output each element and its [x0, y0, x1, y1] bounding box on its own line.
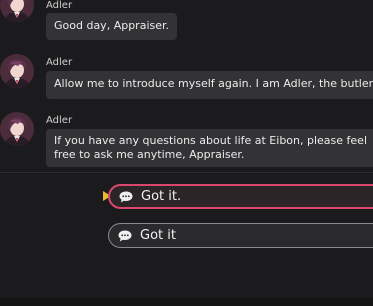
adler-avatar	[0, 112, 34, 146]
bottom-bar	[0, 298, 373, 306]
adler-portrait-icon	[0, 0, 34, 22]
message-bubble: If you have any questions about life at …	[46, 129, 373, 167]
chat-divider	[0, 172, 373, 173]
adler-portrait-icon	[0, 54, 34, 88]
choice-label: Got it.	[141, 189, 182, 204]
adler-portrait-icon	[0, 112, 34, 146]
speaker-name: Adler	[46, 115, 73, 126]
chat-log: Adler Good day, Appraiser. Adler Allow m…	[0, 0, 373, 172]
message-bubble: Allow me to introduce myself again. I am…	[46, 71, 373, 99]
chat-bubble-icon	[118, 230, 132, 241]
message-bubble: Good day, Appraiser.	[46, 13, 178, 40]
choice-got-it[interactable]: Got it	[108, 223, 373, 248]
adler-avatar	[0, 0, 34, 22]
speaker-name: Adler	[46, 0, 73, 11]
choice-label: Got it	[140, 228, 176, 243]
adler-avatar	[0, 54, 34, 88]
choice-got-it-period[interactable]: Got it.	[108, 184, 373, 209]
chat-bubble-icon	[119, 191, 133, 202]
speaker-name: Adler	[46, 57, 73, 68]
